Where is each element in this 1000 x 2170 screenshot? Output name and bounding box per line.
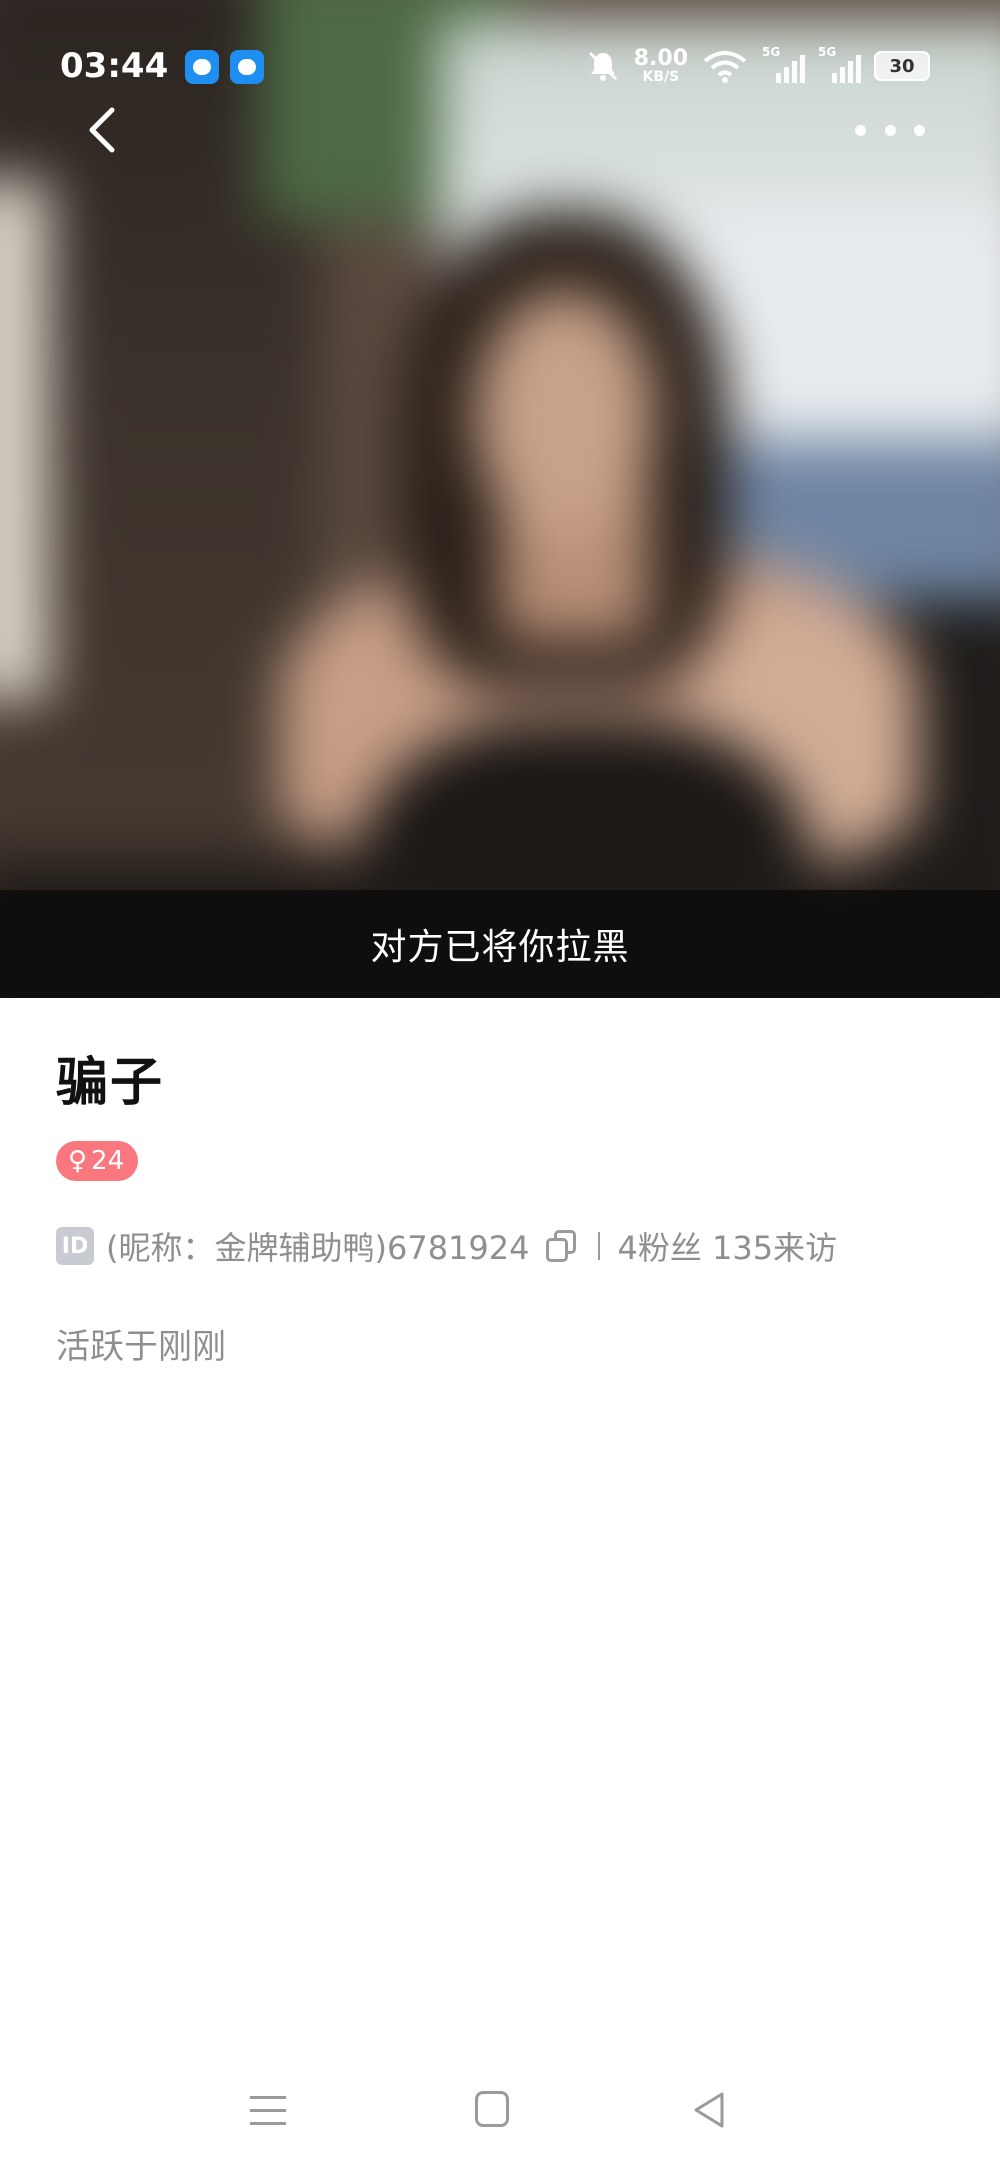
cloud-app-icon xyxy=(230,50,264,84)
more-options-button[interactable] xyxy=(855,110,925,150)
female-icon: ♀ xyxy=(68,1146,88,1176)
signal-icon: 5G xyxy=(762,45,805,83)
recents-button[interactable] xyxy=(250,2092,286,2128)
home-button[interactable] xyxy=(475,2091,509,2127)
wifi-icon xyxy=(703,51,747,83)
app-notification-icon xyxy=(185,50,219,84)
more-dots-icon xyxy=(855,124,866,136)
triangle-back-icon xyxy=(694,2092,724,2128)
system-back-button[interactable] xyxy=(690,2090,730,2130)
fans-visitors-stats[interactable]: 4粉丝 135来访 xyxy=(618,1223,838,1269)
blocked-banner: 对方已将你拉黑 xyxy=(0,890,1000,998)
battery-icon: 30 xyxy=(874,51,930,81)
network-speed: 8.00 KB/S xyxy=(633,46,688,85)
active-status: 活跃于刚刚 xyxy=(56,1327,226,1367)
id-row: ID (昵称：金牌辅助鸭)6781924 4粉丝 135来访 xyxy=(56,1223,956,1269)
mute-icon xyxy=(588,51,617,81)
id-badge: ID xyxy=(56,1227,94,1265)
divider xyxy=(597,1232,600,1260)
status-time: 03:44 xyxy=(60,46,169,86)
profile-info: 骗子 ♀ 24 ID (昵称：金牌辅助鸭)6781924 4粉丝 135来访 活… xyxy=(56,1040,956,1368)
user-id-text: (昵称：金牌辅助鸭)6781924 xyxy=(106,1229,530,1267)
status-bar: 03:44 8.00 KB/S 5G 5G 30 xyxy=(0,38,1000,98)
profile-cover-photo[interactable]: 对方已将你拉黑 xyxy=(0,0,1000,998)
blocked-message: 对方已将你拉黑 xyxy=(370,927,630,968)
age-value: 24 xyxy=(91,1146,125,1176)
profile-name: 骗子 xyxy=(56,1053,165,1113)
gender-age-badge: ♀ 24 xyxy=(56,1141,139,1181)
back-button[interactable] xyxy=(78,100,128,160)
chevron-left-icon xyxy=(89,107,115,153)
copy-id-button[interactable] xyxy=(545,1230,576,1262)
signal-icon: 5G xyxy=(818,45,861,83)
system-nav-bar xyxy=(0,2060,1000,2160)
blurred-photo xyxy=(0,0,1000,998)
